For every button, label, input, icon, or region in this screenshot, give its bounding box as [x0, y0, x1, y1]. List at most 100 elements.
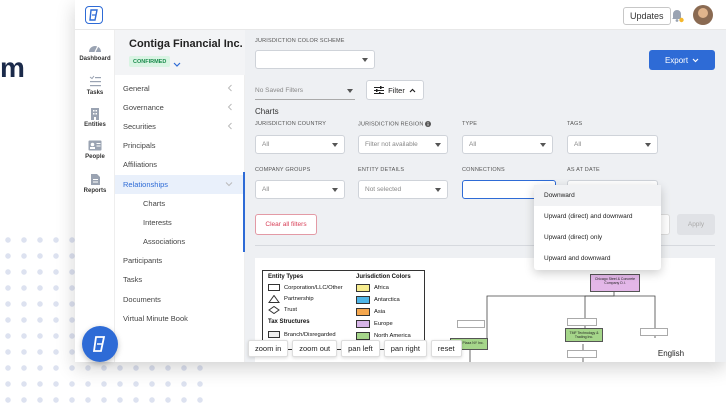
select-value: All — [469, 141, 477, 148]
type-select[interactable]: All — [462, 135, 553, 154]
nav-item-documents[interactable]: Documents — [115, 290, 245, 309]
chevron-left-icon — [227, 103, 233, 113]
select-value: All — [262, 141, 270, 148]
bell-icon[interactable] — [670, 8, 684, 28]
connections-label: CONNECTIONS — [462, 167, 505, 173]
connections-option-upward-direct-and-downward[interactable]: Upward (direct) and downward — [534, 206, 661, 227]
label-text: JURISDICTION REGION — [358, 121, 424, 128]
nav-item-securities[interactable]: Securities — [115, 117, 245, 136]
company-groups-select[interactable]: All — [255, 180, 345, 199]
zoom-out-button[interactable]: zoom out — [292, 340, 338, 357]
jurisdiction-country-select[interactable]: All — [255, 135, 345, 154]
jurisdiction-scheme-label: JURISDICTION COLOR SCHEME — [255, 38, 345, 44]
nav-item-principals[interactable]: Principals — [115, 136, 245, 155]
dashboard-icon — [88, 40, 102, 54]
pan-left-button[interactable]: pan left — [341, 340, 380, 357]
caret-down-icon — [540, 143, 546, 147]
entities-icon — [88, 106, 102, 120]
reports-icon — [88, 172, 102, 186]
select-value: All — [574, 141, 582, 148]
floating-logo-button[interactable] — [82, 326, 118, 362]
nav-item-relationships[interactable]: Relationships — [115, 175, 245, 194]
tasks-icon — [88, 74, 102, 88]
nav-item-charts[interactable]: Charts — [115, 194, 245, 213]
nav-label: Charts — [143, 199, 166, 208]
nav-item-participants[interactable]: Participants — [115, 251, 245, 270]
nav-label: Relationships — [123, 180, 169, 189]
entity-details-select[interactable]: Not selected — [358, 180, 448, 199]
filter-label: Filter — [388, 85, 405, 95]
rail-item-entities[interactable]: Entities — [75, 106, 115, 128]
zoom-in-button[interactable]: zoom in — [248, 340, 289, 357]
filter-sliders-icon — [374, 86, 385, 94]
rail-label: Entities — [84, 122, 106, 128]
rail-item-people[interactable]: People — [75, 138, 115, 160]
jurisdiction-region-label: JURISDICTION REGION — [358, 121, 432, 128]
saved-filters-select[interactable]: No Saved Filters — [255, 82, 355, 100]
select-value: All — [262, 186, 270, 193]
rail-label: People — [85, 154, 105, 160]
app-logo-icon — [92, 336, 106, 352]
chevron-down-icon — [692, 58, 699, 62]
chevron-down-icon — [225, 180, 233, 189]
pan-right-button[interactable]: pan right — [383, 340, 427, 357]
entity-sidebar: Contiga Financial Inc. CONFIRMED General… — [115, 30, 245, 362]
connections-option-downward[interactable]: Downward — [534, 185, 661, 206]
hero-heading-fragment: m — [0, 52, 25, 83]
chart-edge-label — [567, 318, 597, 326]
jurisdiction-scheme-select[interactable] — [255, 50, 375, 69]
nav-label: Tasks — [123, 275, 143, 284]
chart-edge-label — [567, 350, 597, 358]
apply-button[interactable]: Apply — [677, 214, 715, 235]
nav-item-affiliations[interactable]: Affiliations — [115, 155, 245, 174]
nav-item-interests[interactable]: Interests — [115, 213, 245, 232]
rail-item-dashboard[interactable]: Dashboard — [75, 40, 115, 62]
user-avatar[interactable] — [693, 5, 713, 25]
nav-item-virtual-minute-book[interactable]: Virtual Minute Book — [115, 309, 245, 328]
status-badge: CONFIRMED — [129, 56, 171, 67]
nav-label: Securities — [123, 122, 156, 131]
info-icon[interactable] — [425, 121, 432, 127]
nav-item-associations[interactable]: Associations — [115, 232, 245, 251]
connections-option-upward-direct-only[interactable]: Upward (direct) only — [534, 227, 661, 248]
rail-item-tasks[interactable]: Tasks — [75, 74, 115, 96]
clear-all-filters-button[interactable]: Clear all filters — [255, 214, 317, 235]
rail-item-reports[interactable]: Reports — [75, 172, 115, 194]
company-name: Contiga Financial Inc. — [129, 38, 243, 50]
jurisdiction-region-select[interactable]: Filter not available — [358, 135, 448, 154]
nav-label: Affiliations — [123, 160, 158, 169]
caret-down-icon — [435, 143, 441, 147]
updates-button[interactable]: Updates — [623, 7, 671, 25]
chart-edge-label — [457, 320, 485, 328]
reset-button[interactable]: reset — [430, 340, 462, 357]
chart-node-chicago-steel[interactable]: Chicago Steel & Concrete Company D.I. — [590, 274, 640, 292]
nav-item-governance[interactable]: Governance — [115, 98, 245, 117]
app-window: Updates Dashboard Tasks Entities People … — [75, 0, 726, 362]
nav-label: Principals — [123, 141, 156, 150]
tags-select[interactable]: All — [567, 135, 658, 154]
top-bar: Updates — [75, 0, 726, 30]
company-groups-label: COMPANY GROUPS — [255, 167, 311, 173]
rail-label: Tasks — [86, 90, 104, 96]
chart-edge-label — [640, 328, 668, 336]
charts-section-title: Charts — [255, 107, 279, 116]
main-content: JURISDICTION COLOR SCHEME Export No Save… — [245, 30, 726, 362]
nav-item-tasks[interactable]: Tasks — [115, 270, 245, 289]
connections-dropdown-menu: Downward Upward (direct) and downward Up… — [534, 185, 661, 270]
caret-down-icon — [362, 58, 368, 62]
company-header: Contiga Financial Inc. CONFIRMED — [115, 30, 245, 75]
nav-label: Associations — [143, 237, 186, 246]
filter-toggle-button[interactable]: Filter — [366, 80, 424, 100]
chevron-down-icon[interactable] — [173, 55, 181, 73]
chart-node-tmf[interactable]: TMF Technology & Trading Inc. — [565, 328, 603, 342]
nav-item-general[interactable]: General — [115, 79, 245, 98]
jurisdiction-country-label: JURISDICTION COUNTRY — [255, 121, 327, 127]
connections-option-upward-and-downward[interactable]: Upward and downward — [534, 248, 661, 269]
tags-label: TAGS — [567, 121, 583, 127]
export-button[interactable]: Export — [649, 50, 715, 70]
saved-filters-placeholder: No Saved Filters — [255, 87, 304, 94]
chevron-left-icon — [227, 84, 233, 94]
select-value: Not selected — [365, 186, 402, 193]
language-selector[interactable]: English — [636, 345, 706, 362]
app-logo-icon[interactable] — [85, 6, 103, 24]
